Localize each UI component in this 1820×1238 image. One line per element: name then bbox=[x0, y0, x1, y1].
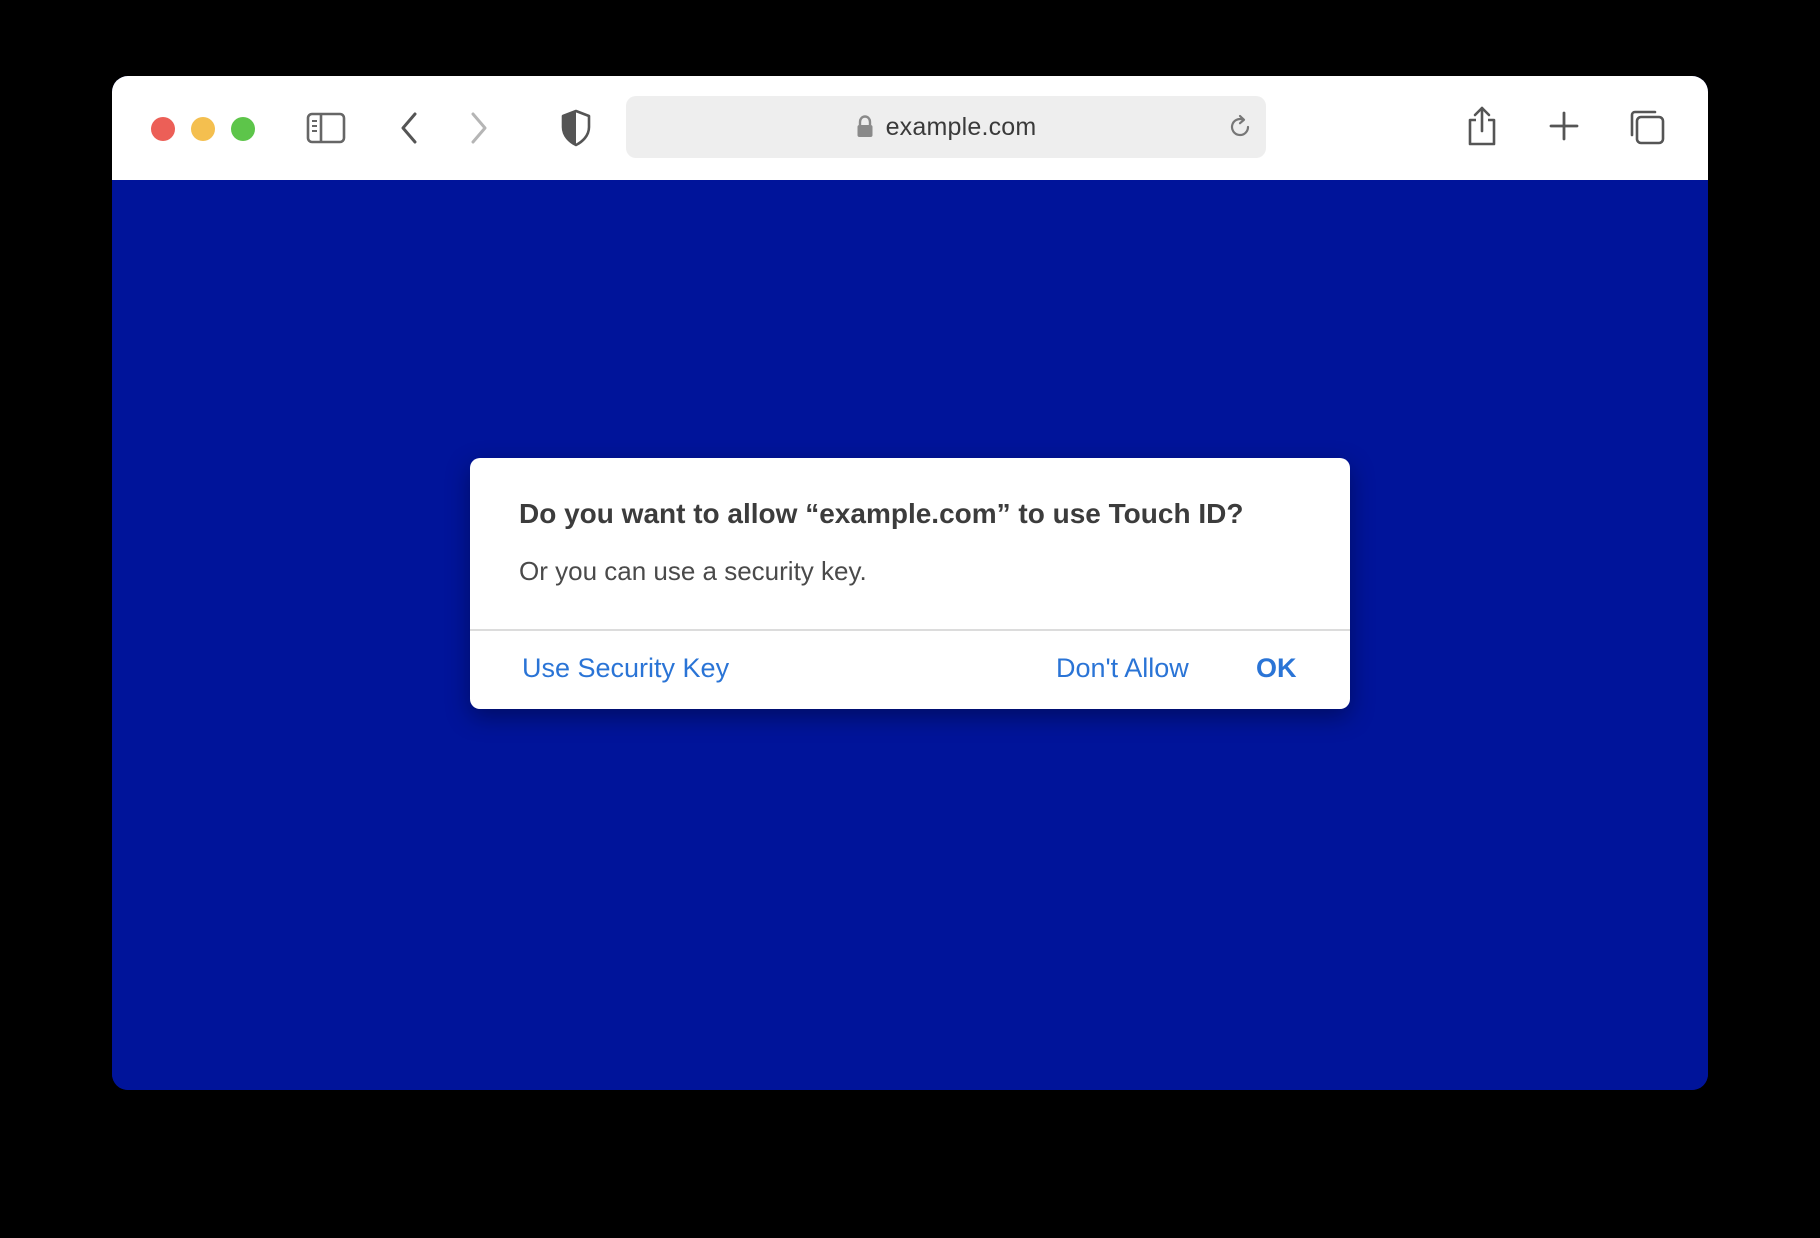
dialog-message: Or you can use a security key. bbox=[519, 556, 867, 586]
chevron-left-icon bbox=[401, 112, 417, 144]
shield-icon[interactable] bbox=[558, 108, 594, 148]
tabs-overview-icon[interactable] bbox=[1628, 108, 1666, 146]
ok-button[interactable]: OK bbox=[1256, 653, 1297, 684]
share-icon[interactable] bbox=[1464, 104, 1500, 148]
forward-button[interactable] bbox=[464, 110, 494, 146]
touch-id-permission-dialog: Do you want to allow “example.com” to us… bbox=[470, 458, 1350, 709]
browser-window: example.com Do you want to allow “exampl… bbox=[112, 76, 1708, 1090]
dont-allow-button[interactable]: Don't Allow bbox=[1056, 653, 1189, 684]
lock-icon bbox=[857, 115, 873, 137]
minimize-button[interactable] bbox=[191, 117, 215, 141]
plus-icon[interactable] bbox=[1548, 110, 1580, 142]
close-button[interactable] bbox=[151, 117, 175, 141]
zoom-button[interactable] bbox=[231, 117, 255, 141]
sidebar-icon[interactable] bbox=[304, 110, 348, 146]
chevron-right-icon bbox=[471, 112, 487, 144]
back-button[interactable] bbox=[394, 110, 424, 146]
dialog-title: Do you want to allow “example.com” to us… bbox=[519, 498, 1244, 529]
toolbar: example.com bbox=[112, 76, 1708, 180]
dialog-divider bbox=[470, 629, 1350, 631]
address-bar[interactable]: example.com bbox=[626, 96, 1266, 158]
reload-icon[interactable] bbox=[1226, 113, 1254, 141]
url-text: example.com bbox=[885, 112, 1037, 141]
use-security-key-button[interactable]: Use Security Key bbox=[522, 653, 729, 684]
